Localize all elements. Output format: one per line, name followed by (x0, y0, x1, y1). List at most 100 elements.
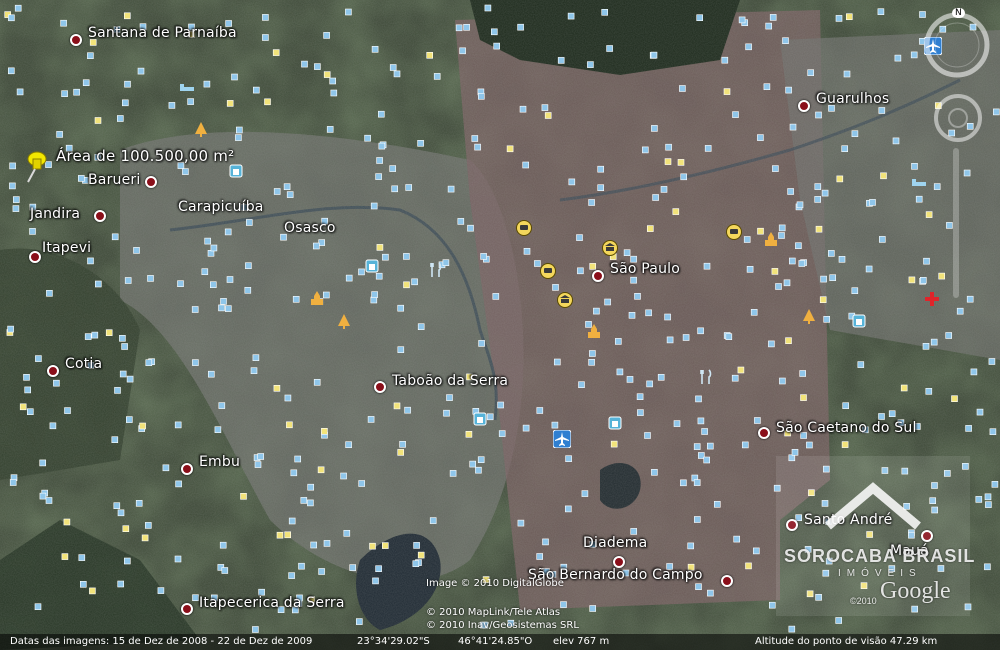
poi-square[interactable] (345, 441, 352, 449)
shopping-bag-icon[interactable] (228, 163, 244, 179)
city-label-guarulhos[interactable]: Guarulhos (816, 91, 889, 107)
poi-square[interactable] (542, 538, 549, 546)
poi-square[interactable] (457, 218, 465, 225)
poi-square[interactable] (841, 441, 849, 448)
poi-square[interactable] (343, 529, 351, 537)
poi-square[interactable] (13, 196, 20, 203)
poi-square[interactable] (192, 594, 199, 602)
poi-square[interactable] (956, 307, 964, 315)
poi-square[interactable] (798, 260, 806, 267)
poi-square[interactable] (506, 145, 514, 153)
city-marker[interactable] (798, 100, 810, 112)
city-label-sao-caetano-do-sul[interactable]: São Caetano do Sul (776, 420, 917, 436)
poi-square[interactable] (628, 311, 636, 319)
poi-square[interactable] (567, 12, 575, 20)
poi-square[interactable] (697, 452, 705, 459)
poi-square[interactable] (429, 517, 437, 524)
poi-square[interactable] (162, 464, 170, 472)
poi-square[interactable] (78, 175, 85, 182)
city-marker[interactable] (592, 270, 604, 282)
poi-square[interactable] (706, 442, 714, 450)
poi-square[interactable] (693, 443, 701, 450)
poi-square[interactable] (121, 343, 128, 350)
poi-square[interactable] (318, 239, 326, 246)
bus-icon[interactable] (540, 263, 556, 279)
poi-square[interactable] (87, 257, 94, 265)
poi-square[interactable] (220, 298, 227, 305)
poi-square[interactable] (226, 100, 234, 107)
poi-square[interactable] (645, 309, 652, 317)
poi-square[interactable] (892, 137, 900, 145)
poi-square[interactable] (672, 208, 680, 215)
city-label-diadema[interactable]: Diadema (583, 535, 647, 551)
poi-square[interactable] (922, 342, 930, 350)
poi-square[interactable] (314, 63, 321, 70)
city-label-santana-de-parnaiba[interactable]: Santana de Parnaíba (88, 25, 237, 41)
poi-square[interactable] (45, 497, 53, 504)
poi-square[interactable] (64, 407, 71, 414)
poi-square[interactable] (397, 304, 405, 312)
poi-square[interactable] (492, 293, 500, 300)
poi-square[interactable] (455, 24, 463, 32)
poi-square[interactable] (389, 165, 397, 172)
poi-square[interactable] (664, 313, 671, 321)
poi-square[interactable] (842, 402, 850, 410)
poi-square[interactable] (94, 117, 102, 124)
poi-square[interactable] (687, 542, 695, 550)
poi-square[interactable] (477, 456, 485, 464)
poi-square[interactable] (367, 416, 375, 423)
poi-square[interactable] (389, 64, 397, 71)
poi-square[interactable] (568, 178, 576, 186)
poi-square[interactable] (240, 492, 247, 500)
poi-square[interactable] (478, 340, 485, 347)
poi-square[interactable] (61, 553, 69, 560)
poi-square[interactable] (358, 480, 366, 487)
poi-square[interactable] (576, 234, 583, 241)
city-marker[interactable] (181, 603, 193, 615)
poi-square[interactable] (523, 248, 531, 255)
hospital-icon[interactable] (924, 291, 940, 307)
city-marker[interactable] (94, 210, 106, 222)
poi-square[interactable] (789, 123, 797, 131)
poi-square[interactable] (235, 134, 242, 141)
poi-square[interactable] (743, 236, 751, 243)
poi-square[interactable] (745, 562, 752, 570)
poi-square[interactable] (250, 367, 258, 375)
poi-square[interactable] (564, 505, 572, 513)
poi-square[interactable] (113, 502, 121, 510)
poi-square[interactable] (219, 541, 227, 549)
poi-square[interactable] (752, 547, 760, 555)
church-icon[interactable] (586, 323, 602, 339)
poi-square[interactable] (117, 509, 125, 517)
poi-square[interactable] (838, 255, 846, 263)
poi-square[interactable] (371, 291, 378, 298)
poi-square[interactable] (443, 409, 450, 417)
poi-square[interactable] (345, 274, 353, 282)
poi-square[interactable] (696, 14, 704, 21)
poi-square[interactable] (589, 605, 597, 612)
poi-square[interactable] (82, 79, 90, 86)
airplane-icon[interactable] (552, 429, 572, 449)
poi-square[interactable] (23, 373, 30, 381)
poi-square[interactable] (869, 199, 876, 206)
poi-square[interactable] (597, 184, 605, 191)
poi-square[interactable] (8, 14, 15, 22)
poi-square[interactable] (517, 23, 524, 31)
poi-square[interactable] (651, 468, 658, 476)
bed-icon[interactable] (179, 79, 195, 95)
poi-square[interactable] (665, 143, 672, 151)
poi-square[interactable] (682, 334, 690, 341)
poi-square[interactable] (610, 440, 618, 448)
poi-square[interactable] (646, 225, 654, 232)
museum-icon[interactable] (557, 292, 573, 308)
poi-square[interactable] (463, 23, 470, 31)
poi-square[interactable] (39, 492, 47, 500)
poi-square[interactable] (284, 394, 292, 402)
poi-square[interactable] (157, 587, 165, 594)
city-marker[interactable] (145, 176, 157, 188)
poi-square[interactable] (829, 274, 837, 282)
city-marker[interactable] (181, 463, 193, 475)
poi-square[interactable] (763, 83, 771, 90)
poi-square[interactable] (471, 135, 479, 142)
poi-square[interactable] (147, 275, 154, 282)
